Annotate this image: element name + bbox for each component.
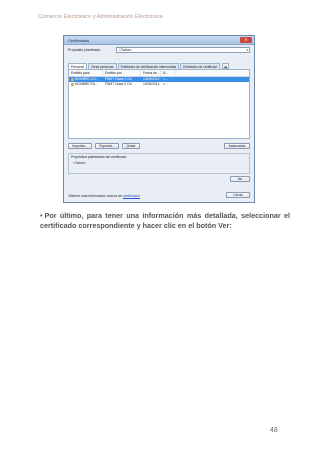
import-button[interactable]: Importar... — [68, 143, 92, 149]
cell-date: 10/03/2014 — [143, 82, 160, 86]
purpose-select-value: <Todos> — [119, 48, 133, 52]
certificate-icon — [71, 82, 74, 86]
export-button[interactable]: Exportar... — [95, 143, 119, 149]
cell-issued-by: FNMT Clase 2 CA — [105, 82, 132, 86]
close-button[interactable]: Cerrar — [226, 192, 250, 198]
page-header: Comercio Electrónico y Administración El… — [38, 14, 163, 20]
certificate-list[interactable]: Emitido para Emitido por Fecha de... N..… — [68, 69, 250, 139]
column-header-date[interactable]: Fecha de... — [141, 70, 161, 76]
instruction-paragraph: • Por último, para tener una información … — [40, 211, 290, 230]
column-header-name[interactable]: N... — [161, 70, 175, 76]
column-header-issued-to[interactable]: Emitido para — [69, 70, 103, 76]
certificate-icon — [71, 77, 74, 81]
advanced-button[interactable]: Avanzadas — [224, 143, 250, 149]
view-button[interactable]: Ver — [230, 176, 250, 182]
dialog-titlebar: Certificados ✕ — [64, 36, 254, 45]
certificate-purposes-group: Propósitos planteados del certificado <T… — [68, 153, 250, 174]
chevron-down-icon: ▾ — [246, 48, 248, 52]
certificates-dialog: Certificados ✕ Propósito planteado: <Tod… — [63, 35, 255, 203]
purposes-value: <Todos> — [73, 161, 87, 165]
purpose-label: Propósito planteado: — [68, 48, 101, 52]
purposes-legend: Propósitos planteados del certificado — [71, 155, 127, 159]
remove-button[interactable]: Quitar — [122, 143, 140, 149]
list-header: Emitido para Emitido por Fecha de... N..… — [69, 70, 249, 77]
column-header-issued-by[interactable]: Emitido por — [103, 70, 141, 76]
bullet-icon: • — [40, 211, 43, 220]
dialog-title: Certificados — [68, 38, 90, 43]
cell-name: <... — [163, 82, 168, 86]
certificates-link[interactable]: certificados — [123, 194, 140, 198]
page-number: 48 — [270, 427, 278, 434]
table-row[interactable]: NOMBRE RU... FNMT Clase 2 CA 10/03/2014 … — [69, 82, 249, 87]
more-info-text: Obtener más información acerca de certif… — [68, 194, 140, 198]
purpose-select[interactable]: <Todos> ▾ — [116, 47, 250, 53]
instruction-text: Por último, para tener una información m… — [40, 211, 290, 230]
close-icon[interactable]: ✕ — [240, 37, 252, 43]
cell-issued-to: NOMBRE LUI... — [75, 77, 99, 81]
cell-issued-to: NOMBRE RU... — [75, 82, 98, 86]
